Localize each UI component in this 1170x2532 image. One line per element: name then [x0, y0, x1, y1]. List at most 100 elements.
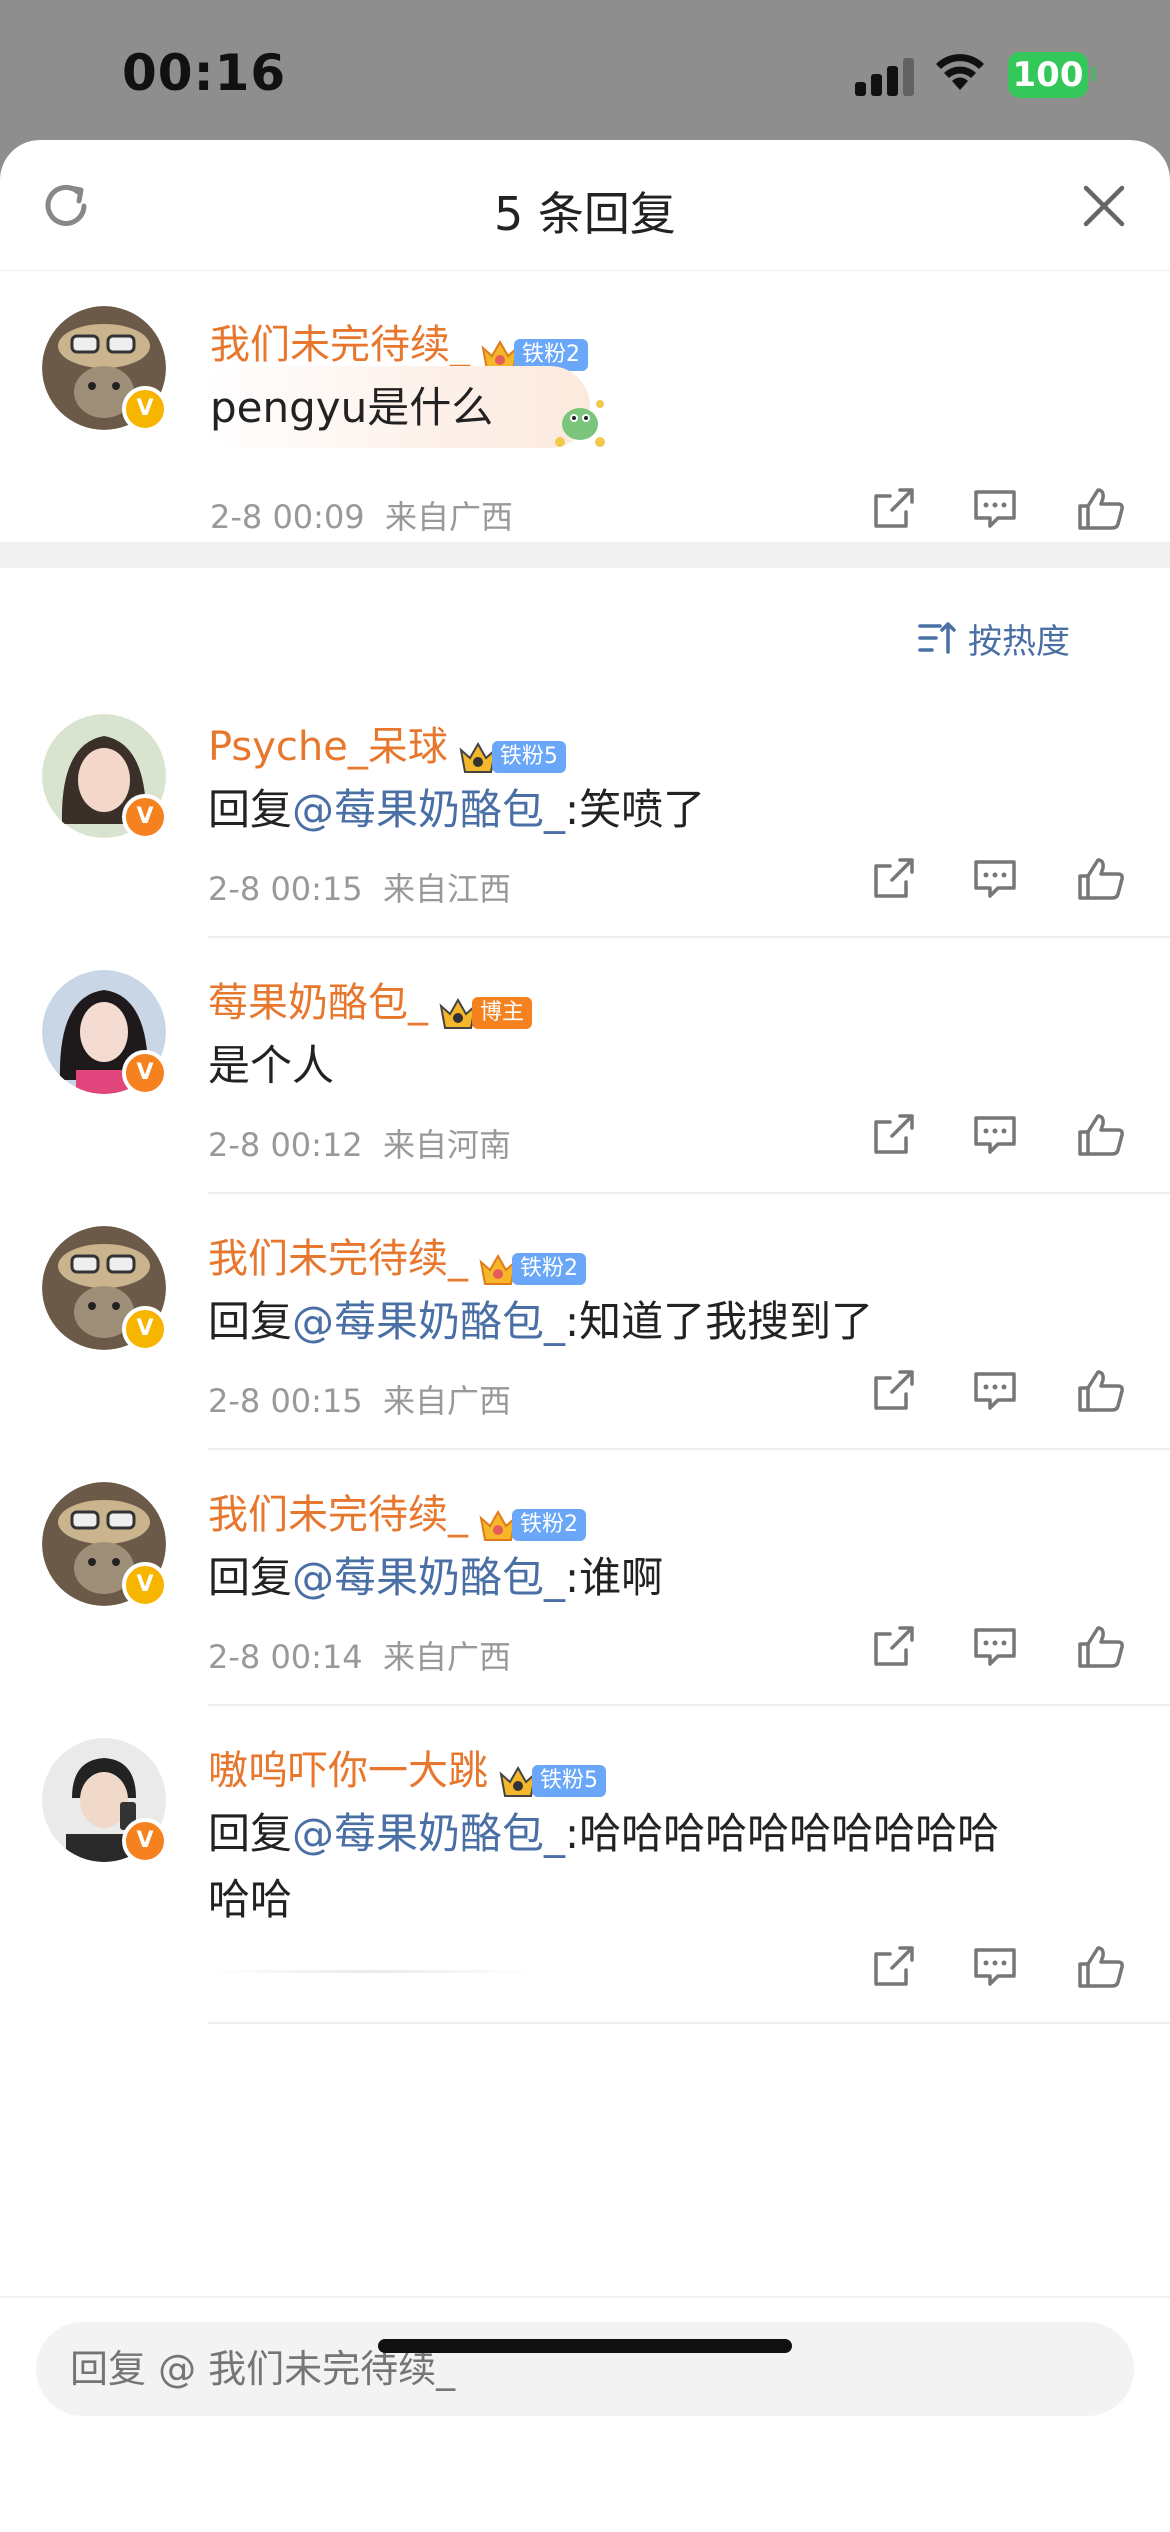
reply-location: 来自河南: [383, 1126, 512, 1164]
reply-meta: 2-8 00:12 来自河南: [208, 1120, 511, 1166]
comment-icon[interactable]: [972, 1624, 1018, 1670]
comment-text: pengyu是什么: [210, 383, 494, 432]
verified-badge: V: [122, 1562, 168, 1608]
verified-badge: V: [122, 794, 168, 840]
reply-prefix: 回复: [208, 1809, 293, 1858]
reply-actions: [866, 1368, 1126, 1418]
like-icon[interactable]: [1076, 486, 1126, 532]
status-time: 00:16: [122, 44, 287, 102]
like-icon[interactable]: [1076, 1944, 1126, 1990]
avatar[interactable]: V: [42, 1226, 168, 1352]
fan-badge: 铁粉5: [498, 1756, 606, 1797]
username-text[interactable]: 我们未完待续_: [210, 322, 470, 368]
fan-badge: 铁粉2: [478, 1244, 586, 1285]
reply-body: :哈哈哈哈哈哈哈哈哈哈: [565, 1809, 1000, 1858]
verified-badge: V: [122, 1050, 168, 1096]
reply-meta: 2-8 00:14 来自广西: [208, 1632, 511, 1678]
sort-button[interactable]: 按热度: [918, 614, 1070, 663]
reply-date: 2-8 00:14: [208, 1638, 363, 1676]
reply-username[interactable]: 莓果奶酪包_ 博主: [208, 970, 533, 1029]
sort-icon: [918, 622, 956, 654]
reply-text: 回复@莓果奶酪包_:谁啊: [208, 1544, 663, 1605]
fan-badge: 铁粉5: [458, 732, 566, 773]
avatar[interactable]: V: [42, 1482, 168, 1608]
status-bar: 00:16 100: [0, 0, 1170, 145]
sort-label: 按热度: [968, 622, 1070, 662]
share-icon[interactable]: [870, 486, 916, 532]
comment-location: 来自广西: [385, 498, 514, 536]
share-icon[interactable]: [870, 856, 916, 902]
share-icon[interactable]: [870, 1112, 916, 1158]
fan-level: 铁粉2: [512, 1509, 586, 1541]
verified-badge: V: [122, 386, 168, 432]
battery-tip: [1091, 66, 1096, 82]
home-indicator[interactable]: [378, 2339, 792, 2353]
like-icon[interactable]: [1076, 1112, 1126, 1158]
reply-text: 回复@莓果奶酪包_:笑喷了: [208, 776, 705, 837]
comment-icon[interactable]: [972, 856, 1018, 902]
reply-location: 来自广西: [383, 1382, 512, 1420]
comment-actions: [866, 486, 1126, 536]
close-icon[interactable]: [1082, 184, 1126, 228]
reply-text: 回复@莓果奶酪包_:知道了我搜到了: [208, 1288, 873, 1349]
reply-username[interactable]: 我们未完待续_ 铁粉2: [208, 1482, 586, 1541]
replies-sheet: 5 条回复 V 我们未完待续_ 铁粉2 pengyu是什么 2-8 00:09 …: [0, 140, 1170, 2532]
avatar[interactable]: V: [42, 714, 168, 840]
mention-link[interactable]: @莓果奶酪包_: [292, 785, 565, 834]
reply-date: 2-8 00:15: [208, 870, 363, 908]
reply-meta: 2-8 00:15 来自广西: [208, 1376, 511, 1422]
battery-icon: 100: [1008, 52, 1088, 98]
reply-username[interactable]: Psyche_呆球 铁粉5: [208, 714, 566, 773]
row-divider: [208, 1192, 1170, 1194]
reply-username[interactable]: 我们未完待续_ 铁粉2: [208, 1226, 586, 1285]
comment-icon[interactable]: [972, 1944, 1018, 1990]
share-icon[interactable]: [870, 1944, 916, 1990]
avatar[interactable]: V: [42, 970, 168, 1096]
mention-link[interactable]: @莓果奶酪包_: [292, 1553, 565, 1602]
like-icon[interactable]: [1076, 1368, 1126, 1414]
row-divider: [208, 1704, 1170, 1706]
signal-icon: [855, 56, 915, 96]
wifi-icon: [936, 54, 984, 90]
comment-icon[interactable]: [972, 1368, 1018, 1414]
avatar[interactable]: V: [42, 306, 168, 432]
username-text[interactable]: Psyche_呆球: [208, 724, 448, 770]
like-icon[interactable]: [1076, 1624, 1126, 1670]
comment-meta: 2-8 00:09 来自广西: [210, 492, 513, 538]
reply-actions: [866, 1944, 1126, 1994]
comment-icon[interactable]: [972, 1112, 1018, 1158]
reply-text: 回复@莓果奶酪包_:哈哈哈哈哈哈哈哈哈哈: [208, 1800, 999, 1861]
reply-input[interactable]: [36, 2322, 1134, 2416]
verified-badge: V: [122, 1818, 168, 1864]
reply-text-continued: 哈哈: [208, 1875, 293, 1924]
fan-level: 铁粉5: [491, 741, 566, 773]
row-divider: [208, 1448, 1170, 1450]
mention-link[interactable]: @莓果奶酪包_: [292, 1809, 565, 1858]
share-icon[interactable]: [870, 1624, 916, 1670]
reply-meta: 2-8 00:15 来自江西: [208, 864, 511, 910]
share-icon[interactable]: [870, 1368, 916, 1414]
verified-badge: V: [122, 1306, 168, 1352]
reply-date: 2-8 00:15: [208, 1382, 363, 1420]
reply-body: :知道了我搜到了: [565, 1297, 874, 1346]
comment-icon[interactable]: [972, 486, 1018, 532]
username-text[interactable]: 我们未完待续_: [208, 1236, 468, 1282]
reply-prefix: 回复: [208, 785, 293, 834]
username-text[interactable]: 我们未完待续_: [208, 1492, 468, 1538]
reply-username[interactable]: 嗷呜吓你一大跳 铁粉5: [208, 1738, 606, 1797]
reply-actions: [866, 1624, 1126, 1674]
sheet-header: 5 条回复: [0, 140, 1170, 271]
reply-prefix: 回复: [208, 1553, 293, 1602]
like-icon[interactable]: [1076, 856, 1126, 902]
fan-badge: 铁粉2: [478, 1500, 586, 1541]
reply-prefix: 回复: [208, 1297, 293, 1346]
reply-body: :笑喷了: [565, 785, 706, 834]
avatar[interactable]: V: [42, 1738, 168, 1864]
fan-badge: 博主: [438, 988, 533, 1029]
sticker-icon: [555, 400, 605, 447]
comment-username[interactable]: 我们未完待续_ 铁粉2: [210, 312, 588, 371]
mention-link[interactable]: @莓果奶酪包_: [292, 1297, 565, 1346]
username-text[interactable]: 嗷呜吓你一大跳: [208, 1748, 488, 1794]
page-title: 5 条回复: [494, 187, 676, 241]
username-text[interactable]: 莓果奶酪包_: [208, 980, 428, 1026]
